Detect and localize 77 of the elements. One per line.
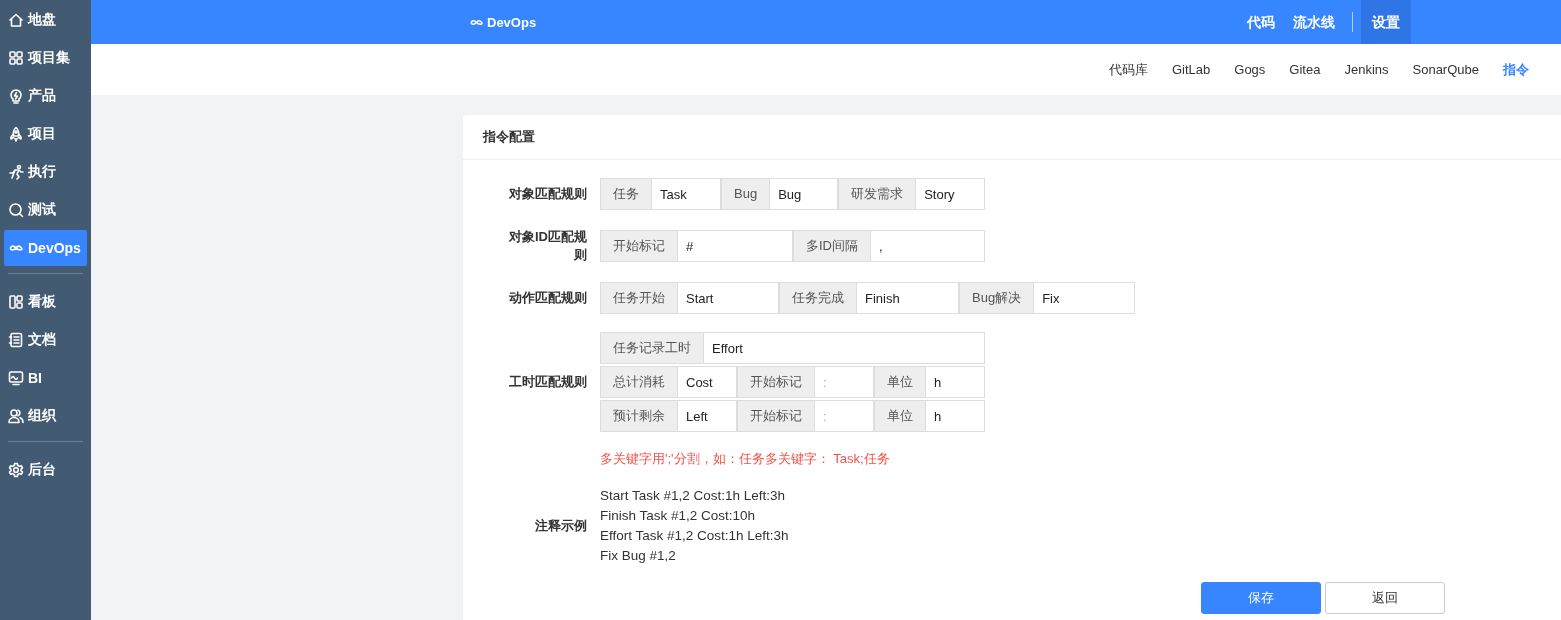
sub-nav-tab[interactable]: GitLab bbox=[1159, 62, 1223, 77]
back-button[interactable]: 返回 bbox=[1325, 582, 1445, 614]
text-field[interactable]: : bbox=[814, 400, 874, 432]
sidebar-item[interactable]: 组织 bbox=[4, 398, 87, 434]
field-label: 预计剩余 bbox=[600, 400, 677, 432]
sidebar-item[interactable]: 看板 bbox=[4, 284, 87, 320]
form-label: 注释示例 bbox=[534, 517, 587, 535]
field-label: 单位 bbox=[874, 366, 925, 398]
sidebar-item[interactable]: 后台 bbox=[4, 452, 87, 488]
text-field[interactable]: , bbox=[870, 230, 985, 262]
house-icon bbox=[8, 12, 24, 28]
sub-nav-tab[interactable]: 代码库 bbox=[1096, 60, 1160, 79]
text-field[interactable]: Task bbox=[651, 178, 721, 210]
field-label: 开始标记 bbox=[600, 230, 677, 262]
nav-tab[interactable]: 代码 bbox=[1238, 0, 1284, 44]
save-button[interactable]: 保存 bbox=[1201, 582, 1321, 614]
field-label: 开始标记 bbox=[737, 366, 814, 398]
field-label: 开始标记 bbox=[737, 400, 814, 432]
grid-icon bbox=[8, 50, 24, 66]
field-label: 总计消耗 bbox=[600, 366, 677, 398]
sidebar-item[interactable]: 文档 bbox=[4, 322, 87, 358]
nav-tab[interactable]: 流水线 bbox=[1284, 0, 1344, 44]
field-label: 单位 bbox=[874, 400, 925, 432]
text-field[interactable]: : bbox=[814, 366, 874, 398]
text-field[interactable]: Cost bbox=[677, 366, 737, 398]
text-field[interactable]: Start bbox=[677, 282, 779, 314]
sidebar-item[interactable]: DevOps bbox=[4, 230, 87, 266]
form-label: 工时匹配规则 bbox=[508, 373, 587, 391]
text-field[interactable]: h bbox=[925, 366, 985, 398]
example-line: Fix Bug #1,2 bbox=[600, 547, 677, 565]
sub-nav-tab[interactable]: SonarQube bbox=[1400, 62, 1491, 77]
card-title: 指令配置 bbox=[483, 128, 535, 146]
text-field[interactable]: h bbox=[925, 400, 985, 432]
sub-nav-tab[interactable]: 指令 bbox=[1491, 60, 1541, 79]
users-icon bbox=[8, 408, 24, 424]
field-label: Bug bbox=[721, 178, 770, 210]
example-line: Finish Task #1,2 Cost:10h bbox=[600, 507, 757, 525]
field-label: Bug解决 bbox=[959, 282, 1034, 314]
field-label: 任务开始 bbox=[600, 282, 677, 314]
runner-icon bbox=[8, 164, 24, 180]
example-line: Start Task #1,2 Cost:1h Left:3h bbox=[600, 487, 787, 505]
sidebar-item[interactable]: 产品 bbox=[4, 78, 87, 114]
field-label: 任务 bbox=[600, 178, 651, 210]
rocket-icon bbox=[8, 126, 24, 142]
text-field[interactable]: Left bbox=[677, 400, 737, 432]
nav-tab[interactable]: 设置 bbox=[1361, 0, 1411, 44]
hint-text: 多关键字用';'分割，如：任务多关键字： Task;任务 bbox=[600, 450, 890, 468]
field-label: 研发需求 bbox=[838, 178, 916, 210]
sub-nav-tab[interactable]: Jenkins bbox=[1332, 62, 1401, 77]
sub-nav-tab[interactable]: Gogs bbox=[1222, 62, 1278, 77]
sidebar-item[interactable]: BI bbox=[4, 360, 87, 396]
sidebar-item[interactable]: 项目集 bbox=[4, 40, 87, 76]
form-label: 对象匹配规则 bbox=[508, 185, 587, 203]
brand-logo[interactable]: DevOps bbox=[469, 14, 537, 30]
text-field[interactable]: Fix bbox=[1033, 282, 1136, 314]
sidebar-item[interactable]: 地盘 bbox=[4, 2, 87, 38]
example-line: Effort Task #1,2 Cost:1h Left:3h bbox=[600, 527, 789, 545]
text-field[interactable]: Finish bbox=[856, 282, 959, 314]
form-label: 对象ID匹配规则 bbox=[508, 228, 587, 264]
form-label: 动作匹配规则 bbox=[508, 289, 587, 307]
text-field[interactable]: Effort bbox=[703, 332, 985, 364]
sidebar-item[interactable]: 项目 bbox=[4, 116, 87, 152]
monitor-icon bbox=[8, 370, 24, 386]
gear-icon bbox=[8, 462, 24, 478]
board-icon bbox=[8, 294, 24, 310]
sub-nav-tab[interactable]: Gitea bbox=[1277, 62, 1333, 77]
sidebar-item[interactable]: 执行 bbox=[4, 154, 87, 190]
search-icon bbox=[8, 202, 24, 218]
text-field[interactable]: Bug bbox=[769, 178, 839, 210]
field-label: 任务完成 bbox=[779, 282, 856, 314]
lightbulb-icon bbox=[8, 88, 24, 104]
text-field[interactable]: Story bbox=[915, 178, 986, 210]
text-field[interactable]: # bbox=[677, 230, 793, 262]
document-icon bbox=[8, 332, 24, 348]
field-label: 多ID间隔 bbox=[793, 230, 870, 262]
field-label: 任务记录工时 bbox=[600, 332, 703, 364]
sidebar-item[interactable]: 测试 bbox=[4, 192, 87, 228]
